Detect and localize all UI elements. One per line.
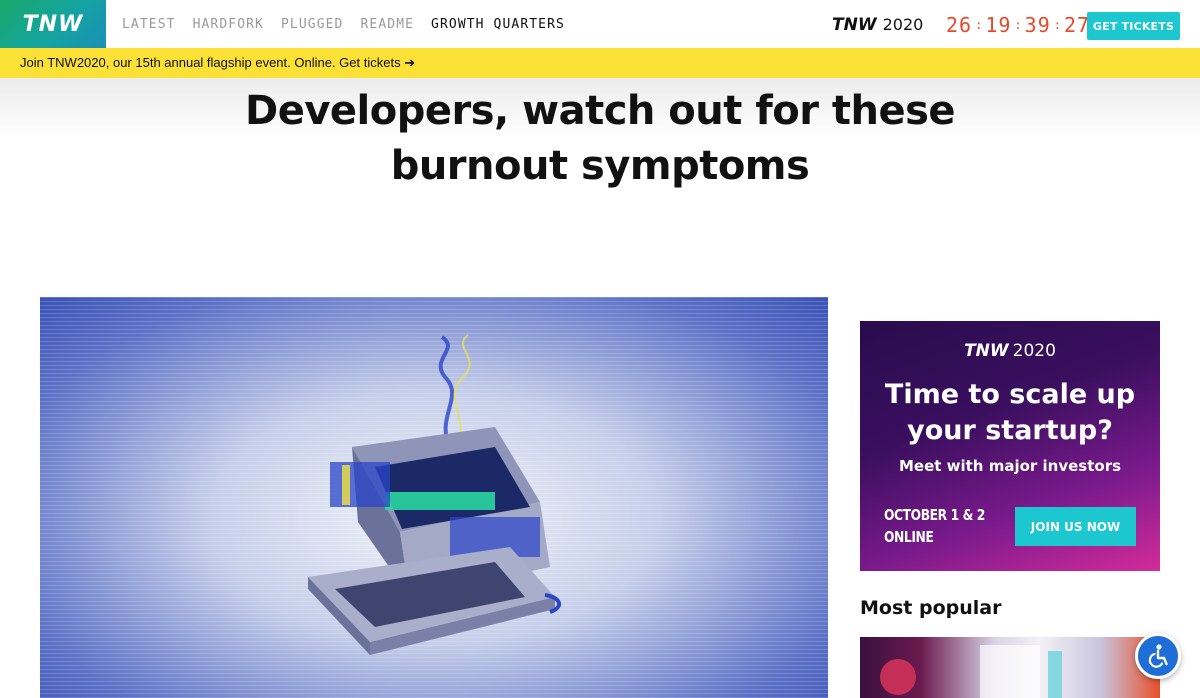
countdown-days: 26 xyxy=(946,13,973,37)
most-popular-heading: Most popular xyxy=(860,597,1002,619)
glitched-computer-illustration xyxy=(40,297,828,698)
promo-banner[interactable]: Join TNW2020, our 15th annual flagship e… xyxy=(0,48,1200,78)
ad-brand: TNW xyxy=(964,341,1009,361)
tnw-logo-text: TNW xyxy=(22,11,84,37)
nav-hardfork[interactable]: HARDFORK xyxy=(193,17,264,32)
tnw-logo[interactable]: TNW xyxy=(0,0,106,48)
accessibility-button[interactable] xyxy=(1135,633,1181,679)
article-title: Developers, watch out for these burnout … xyxy=(244,88,956,189)
ad-subtitle: Meet with major investors xyxy=(898,457,1122,475)
nav-growth-quarters[interactable]: GROWTH QUARTERS xyxy=(431,17,565,32)
ad-logo: TNW 2020 xyxy=(860,341,1160,361)
top-navigation: TNW LATEST HARDFORK PLUGGED README GROWT… xyxy=(0,0,1200,48)
get-tickets-button[interactable]: GET TICKETS xyxy=(1087,12,1180,40)
popular-article-thumbnail[interactable] xyxy=(860,637,1160,698)
tnw2020-event-logo[interactable]: TNW 2020 xyxy=(832,15,923,35)
ad-date-location: ONLINE xyxy=(884,528,934,546)
article-hero-image xyxy=(40,297,828,698)
countdown-minutes: 39 xyxy=(1024,13,1051,37)
ad-year: 2020 xyxy=(1012,341,1056,361)
tnw2020-ad-banner[interactable]: TNW 2020 Time to scale up your startup? M… xyxy=(860,321,1160,571)
join-us-now-button[interactable]: JOIN US NOW xyxy=(1015,507,1136,546)
countdown-hours: 19 xyxy=(985,13,1012,37)
accessibility-icon xyxy=(1148,644,1168,668)
event-year: 2020 xyxy=(882,15,924,34)
nav-readme[interactable]: README xyxy=(360,17,414,32)
countdown-separator: : xyxy=(975,18,983,32)
countdown-separator: : xyxy=(1053,18,1061,32)
event-countdown: 26 : 19 : 39 : 27 xyxy=(946,13,1090,37)
promo-text[interactable]: Join TNW2020, our 15th annual flagship e… xyxy=(20,55,415,71)
event-brand: TNW xyxy=(832,15,877,35)
nav-plugged[interactable]: PLUGGED xyxy=(281,17,344,32)
countdown-separator: : xyxy=(1014,18,1022,32)
ad-date: OCTOBER 1 & 2 ONLINE xyxy=(884,504,985,548)
popular-thumbnail-image xyxy=(880,645,1062,698)
main-nav: LATEST HARDFORK PLUGGED README GROWTH QU… xyxy=(122,0,565,48)
nav-latest[interactable]: LATEST xyxy=(122,17,176,32)
ad-date-line: OCTOBER 1 & 2 xyxy=(884,506,985,524)
ad-title: Time to scale up your startup? xyxy=(884,379,1136,446)
